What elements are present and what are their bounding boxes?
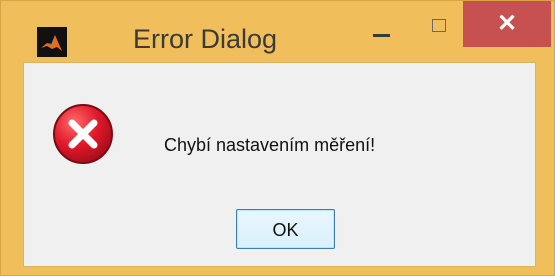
ok-button[interactable]: OK — [236, 209, 335, 249]
minimize-icon — [373, 34, 390, 37]
error-x-icon — [52, 103, 114, 165]
error-message: Chybí nastavením měření! — [164, 135, 376, 155]
dialog-body: Chybí nastavením měření! OK — [23, 62, 536, 267]
error-dialog-window: Error Dialog ✕ Chybí nastavením měření! … — [0, 0, 555, 276]
maximize-icon — [432, 19, 446, 32]
minimize-button[interactable] — [358, 15, 406, 53]
window-title: Error Dialog — [133, 24, 278, 54]
close-icon: ✕ — [496, 10, 518, 37]
maximize-button[interactable] — [415, 15, 463, 53]
close-button[interactable]: ✕ — [463, 1, 551, 47]
title-bar[interactable]: Error Dialog ✕ — [1, 1, 554, 63]
matlab-app-icon — [37, 27, 67, 57]
